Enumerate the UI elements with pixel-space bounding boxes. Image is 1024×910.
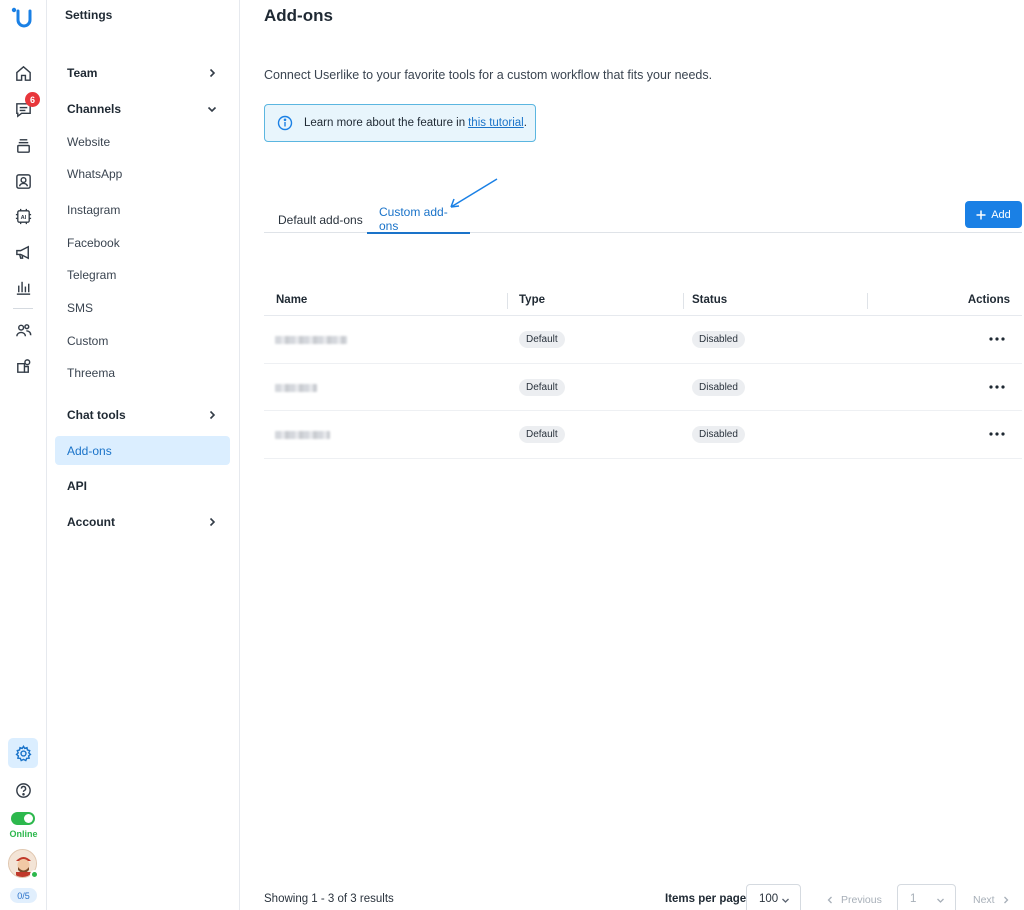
info-banner: Learn more about the feature in this tut… <box>264 104 536 142</box>
items-per-page-label: Items per page <box>665 893 747 905</box>
addons-icon[interactable] <box>8 351 38 381</box>
col-header-type[interactable]: Type <box>519 294 545 306</box>
sidebar-item-website[interactable]: Website <box>55 128 230 156</box>
sidebar-item-telegram[interactable]: Telegram <box>55 261 230 289</box>
sidebar-item-custom[interactable]: Custom <box>55 327 230 355</box>
chevron-right-icon <box>209 517 216 527</box>
table-header: Name Type Status Actions <box>264 287 1022 316</box>
icon-rail: 6 AI Online 0/5 <box>0 0 47 910</box>
status-badge: Disabled <box>692 426 745 443</box>
chevron-right-icon <box>1003 896 1009 904</box>
more-actions-icon[interactable] <box>987 380 1007 394</box>
add-button-label: Add <box>991 208 1011 221</box>
page-value: 1 <box>910 893 917 905</box>
rail-divider <box>13 308 33 309</box>
column-divider <box>683 293 684 309</box>
next-label: Next <box>973 894 995 906</box>
addon-tabs: Default add-ons Custom add-ons <box>264 205 1022 234</box>
redacted-addon-name <box>275 336 347 344</box>
previous-label: Previous <box>841 894 882 906</box>
sidebar-item-label: Chat tools <box>67 408 126 422</box>
status-badge: Disabled <box>692 378 745 396</box>
type-badge: Default <box>519 331 565 348</box>
results-count: Showing 1 - 3 of 3 results <box>264 893 394 905</box>
chevron-down-icon <box>207 106 217 113</box>
megaphone-icon[interactable] <box>8 237 38 267</box>
sidebar-item-label: Channels <box>67 102 122 116</box>
sidebar-title: Settings <box>65 8 113 22</box>
home-icon[interactable] <box>8 58 38 88</box>
sidebar-item-facebook[interactable]: Facebook <box>55 229 230 257</box>
info-period: . <box>523 117 527 129</box>
settings-icon[interactable] <box>8 738 38 768</box>
ai-icon[interactable]: AI <box>8 201 38 231</box>
contacts-icon[interactable] <box>8 166 38 196</box>
sidebar-item-addons[interactable]: Add-ons <box>55 436 230 465</box>
table-row[interactable]: Default Disabled <box>264 316 1022 364</box>
sidebar-item-api[interactable]: API <box>55 472 230 500</box>
help-icon[interactable] <box>8 775 38 805</box>
chat-badge: 6 <box>25 92 40 107</box>
online-label: Online <box>9 829 38 839</box>
previous-page-button[interactable]: Previous <box>826 894 882 906</box>
table-row[interactable]: Default Disabled <box>264 364 1022 411</box>
table-row[interactable]: Default Disabled <box>264 411 1022 459</box>
online-status-dot <box>30 870 39 879</box>
sidebar-item-team[interactable]: Team <box>55 59 230 87</box>
main-content: Add-ons Connect Userlike to your favorit… <box>240 0 1024 910</box>
sidebar-item-whatsapp[interactable]: WhatsApp <box>55 160 230 188</box>
col-header-status[interactable]: Status <box>692 294 727 306</box>
analytics-icon[interactable] <box>8 272 38 302</box>
sidebar-item-instagram[interactable]: Instagram <box>55 196 230 224</box>
tutorial-link[interactable]: this tutorial <box>468 117 524 129</box>
next-page-button[interactable]: Next <box>973 894 1010 906</box>
intro-text: Connect Userlike to your favorite tools … <box>264 68 713 82</box>
redacted-addon-name <box>275 431 330 439</box>
page-title: Add-ons <box>264 6 333 25</box>
info-text: Learn more about the feature in <box>304 117 466 129</box>
items-per-page-value: 100 <box>759 893 779 905</box>
sidebar-item-chat-tools[interactable]: Chat tools <box>55 401 230 429</box>
online-toggle[interactable] <box>11 812 35 825</box>
chat-counter: 0/5 <box>10 888 37 903</box>
svg-text:AI: AI <box>20 215 26 221</box>
sidebar-item-sms[interactable]: SMS <box>55 294 230 322</box>
more-actions-icon[interactable] <box>987 332 1007 346</box>
settings-sidebar: Settings Team Channels Website WhatsApp … <box>47 0 240 910</box>
tab-default-addons[interactable]: Default add-ons <box>266 206 375 233</box>
col-header-actions: Actions <box>967 294 1010 306</box>
sidebar-item-channels[interactable]: Channels <box>55 95 230 123</box>
page-select[interactable]: 1 <box>897 884 956 910</box>
info-icon <box>277 115 293 131</box>
type-badge: Default <box>519 378 565 396</box>
col-header-name[interactable]: Name <box>276 294 307 306</box>
addons-table: Name Type Status Actions Default Disable… <box>264 287 1022 459</box>
sidebar-item-label: Team <box>67 66 98 80</box>
inbox-icon[interactable] <box>8 130 38 160</box>
chevron-left-icon <box>827 896 832 904</box>
userlike-logo-icon[interactable] <box>10 6 34 30</box>
more-actions-icon[interactable] <box>987 427 1007 441</box>
tab-custom-addons[interactable]: Custom add-ons <box>367 205 470 234</box>
chevron-down-icon <box>782 898 789 903</box>
chevron-right-icon <box>209 68 216 78</box>
chevron-right-icon <box>209 410 216 420</box>
team-icon[interactable] <box>8 315 38 345</box>
status-badge: Disabled <box>692 331 745 348</box>
plus-icon <box>976 210 986 219</box>
items-per-page-select[interactable]: 100 <box>746 884 801 910</box>
sidebar-item-label: Account <box>67 515 115 529</box>
column-divider <box>867 293 868 309</box>
redacted-addon-name <box>275 383 317 392</box>
column-divider <box>507 293 508 309</box>
add-addon-button[interactable]: Add <box>965 201 1022 228</box>
sidebar-item-account[interactable]: Account <box>55 508 230 536</box>
chevron-down-icon <box>937 898 944 903</box>
type-badge: Default <box>519 426 565 443</box>
sidebar-item-threema[interactable]: Threema <box>55 359 230 387</box>
